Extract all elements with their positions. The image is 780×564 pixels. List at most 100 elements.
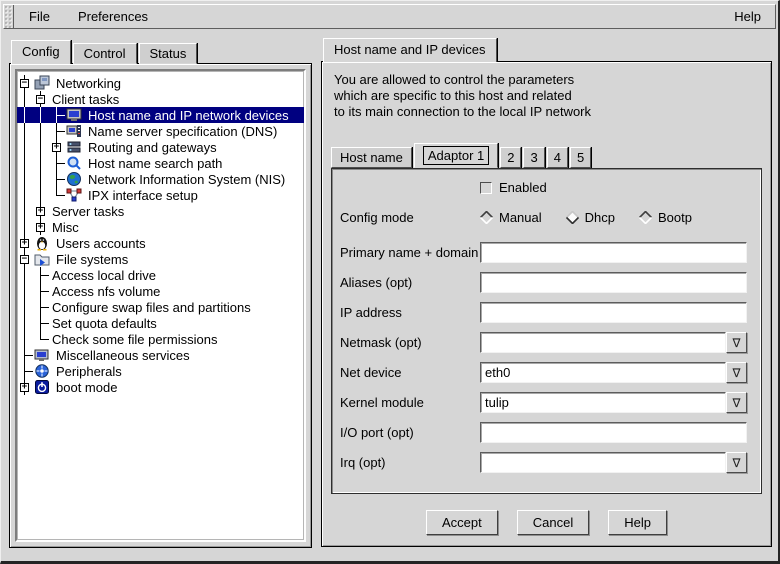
cancel-button[interactable]: Cancel	[517, 510, 589, 535]
tree-row[interactable]: Peripherals	[17, 363, 304, 379]
combo-dropdown-button[interactable]: ∇	[726, 362, 747, 383]
tree-expander: +	[33, 219, 49, 235]
form-row: IP address	[340, 302, 747, 323]
tree-row[interactable]: + Server tasks	[17, 203, 304, 219]
tree-item-label: Misc	[49, 220, 82, 235]
tree-row[interactable]: Miscellaneous services	[17, 347, 304, 363]
tab-control[interactable]: Control	[73, 43, 137, 64]
adaptor-tab-label: 4	[554, 150, 561, 165]
form-row: Netmask (opt)∇	[340, 332, 747, 353]
radio-diamond-icon[interactable]	[639, 211, 652, 224]
tree-row[interactable]: Set quota defaults	[17, 315, 304, 331]
tree-row[interactable]: −Client tasks	[17, 91, 304, 107]
checkbox-box-icon[interactable]	[480, 182, 492, 194]
field-input-primary-name-domain[interactable]	[480, 242, 747, 263]
collapse-icon[interactable]: −	[20, 79, 29, 88]
adaptor-tab-2[interactable]: 2	[500, 147, 521, 168]
radio-diamond-icon[interactable]	[480, 211, 493, 224]
tree-row[interactable]: −File systems	[17, 251, 304, 267]
radio-manual[interactable]: Manual	[480, 210, 542, 225]
tree-row[interactable]: Host name and IP network devices	[17, 107, 304, 123]
menubar-grip-handle[interactable]	[4, 5, 14, 28]
field-input-i-o-port-opt[interactable]	[480, 422, 747, 443]
tree-line	[17, 299, 33, 315]
expand-icon[interactable]: +	[20, 383, 29, 392]
radio-bootp[interactable]: Bootp	[639, 210, 692, 225]
tree-row[interactable]: Check some file permissions	[17, 331, 304, 347]
tree-row[interactable]: + Users accounts	[17, 235, 304, 251]
tree-row[interactable]: Access nfs volume	[17, 283, 304, 299]
peripherals-icon	[34, 363, 50, 379]
combo-dropdown-button[interactable]: ∇	[726, 332, 747, 353]
tree-row[interactable]: Access local drive	[17, 267, 304, 283]
tree-branch	[49, 155, 65, 171]
tree-row[interactable]: Network Information System (NIS)	[17, 171, 304, 187]
adaptor-tab-5[interactable]: 5	[570, 147, 591, 168]
combo-dropdown-button[interactable]: ∇	[726, 392, 747, 413]
radio-diamond-icon[interactable]	[566, 211, 579, 224]
menu-help[interactable]: Help	[720, 6, 775, 27]
tree-item-label: Server tasks	[49, 204, 127, 219]
tree-item-label: Users accounts	[53, 236, 149, 251]
help-button[interactable]: Help	[608, 510, 667, 535]
tab-config[interactable]: Config	[11, 40, 71, 64]
collapse-icon[interactable]: −	[20, 255, 29, 264]
form-row: Irq (opt)∇	[340, 452, 747, 473]
field-input-netmask-opt[interactable]	[480, 332, 726, 353]
tree-expander: −	[33, 91, 49, 107]
tree-item-label: Configure swap files and partitions	[49, 300, 254, 315]
field-input-irq-opt[interactable]	[480, 452, 726, 473]
tree-row[interactable]: Configure swap files and partitions	[17, 299, 304, 315]
expand-icon[interactable]: +	[36, 207, 45, 216]
tree-row[interactable]: +Routing and gateways	[17, 139, 304, 155]
expand-icon[interactable]: +	[52, 143, 61, 152]
tree-line	[17, 187, 33, 203]
expand-icon[interactable]: +	[36, 223, 45, 232]
tree-expander: +	[33, 203, 49, 219]
tree-row[interactable]: − Networking	[17, 75, 304, 91]
menu-preferences[interactable]: Preferences	[64, 6, 162, 27]
tree-item-label: boot mode	[53, 380, 120, 395]
accept-button[interactable]: Accept	[426, 510, 498, 535]
tree-row[interactable]: IPX interface setup	[17, 187, 304, 203]
radio-dhcp[interactable]: Dhcp	[566, 210, 615, 225]
field-input-aliases-opt[interactable]	[480, 272, 747, 293]
field-input-net-device[interactable]	[480, 362, 726, 383]
tree-line	[33, 107, 49, 123]
collapse-icon[interactable]: −	[36, 95, 45, 104]
tree-row[interactable]: + boot mode	[17, 379, 304, 395]
tree-row[interactable]: Host name search path	[17, 155, 304, 171]
menu-right: Help	[720, 5, 775, 28]
intro-text: You are allowed to control the parameter…	[334, 72, 591, 120]
field-input-kernel-module[interactable]	[480, 392, 726, 413]
action-buttons: Accept Cancel Help	[322, 510, 771, 535]
tree-item-label: Networking	[53, 76, 124, 91]
config-page: −Networking−Client tasksHost name and IP…	[9, 63, 312, 548]
tree-branch	[17, 363, 33, 379]
left-notebook: ConfigControlStatus −Networking−Client t…	[9, 40, 312, 548]
tab-host-name-and-ip-devices[interactable]: Host name and IP devices	[323, 38, 497, 62]
services-icon	[34, 347, 50, 363]
adaptor-tab-host-name[interactable]: Host name	[331, 147, 412, 168]
config-mode-row: Config mode ManualDhcpBootp	[340, 207, 747, 228]
config-tree-view[interactable]: −Networking−Client tasksHost name and IP…	[15, 69, 306, 542]
adaptor-tab-4[interactable]: 4	[547, 147, 568, 168]
adaptor-tab-adaptor-1[interactable]: Adaptor 1	[414, 143, 498, 168]
tab-status[interactable]: Status	[139, 43, 198, 64]
expand-icon[interactable]: +	[20, 239, 29, 248]
menu-bar: FilePreferences Help	[3, 4, 776, 29]
tree-branch	[33, 267, 49, 283]
tree-line	[17, 267, 33, 283]
tree-row[interactable]: Name server specification (DNS)	[17, 123, 304, 139]
adaptor-tab-label: Adaptor 1	[423, 146, 489, 165]
tree-expander: +	[49, 139, 65, 155]
enabled-checkbox[interactable]: Enabled	[480, 180, 547, 195]
tree-expander: +	[17, 235, 33, 251]
field-input-ip-address[interactable]	[480, 302, 747, 323]
adaptor-tab-3[interactable]: 3	[523, 147, 544, 168]
tree-row[interactable]: + Misc	[17, 219, 304, 235]
dns-icon	[66, 123, 82, 139]
combo-dropdown-button[interactable]: ∇	[726, 452, 747, 473]
penguin-icon	[34, 235, 50, 251]
menu-file[interactable]: File	[15, 6, 64, 27]
